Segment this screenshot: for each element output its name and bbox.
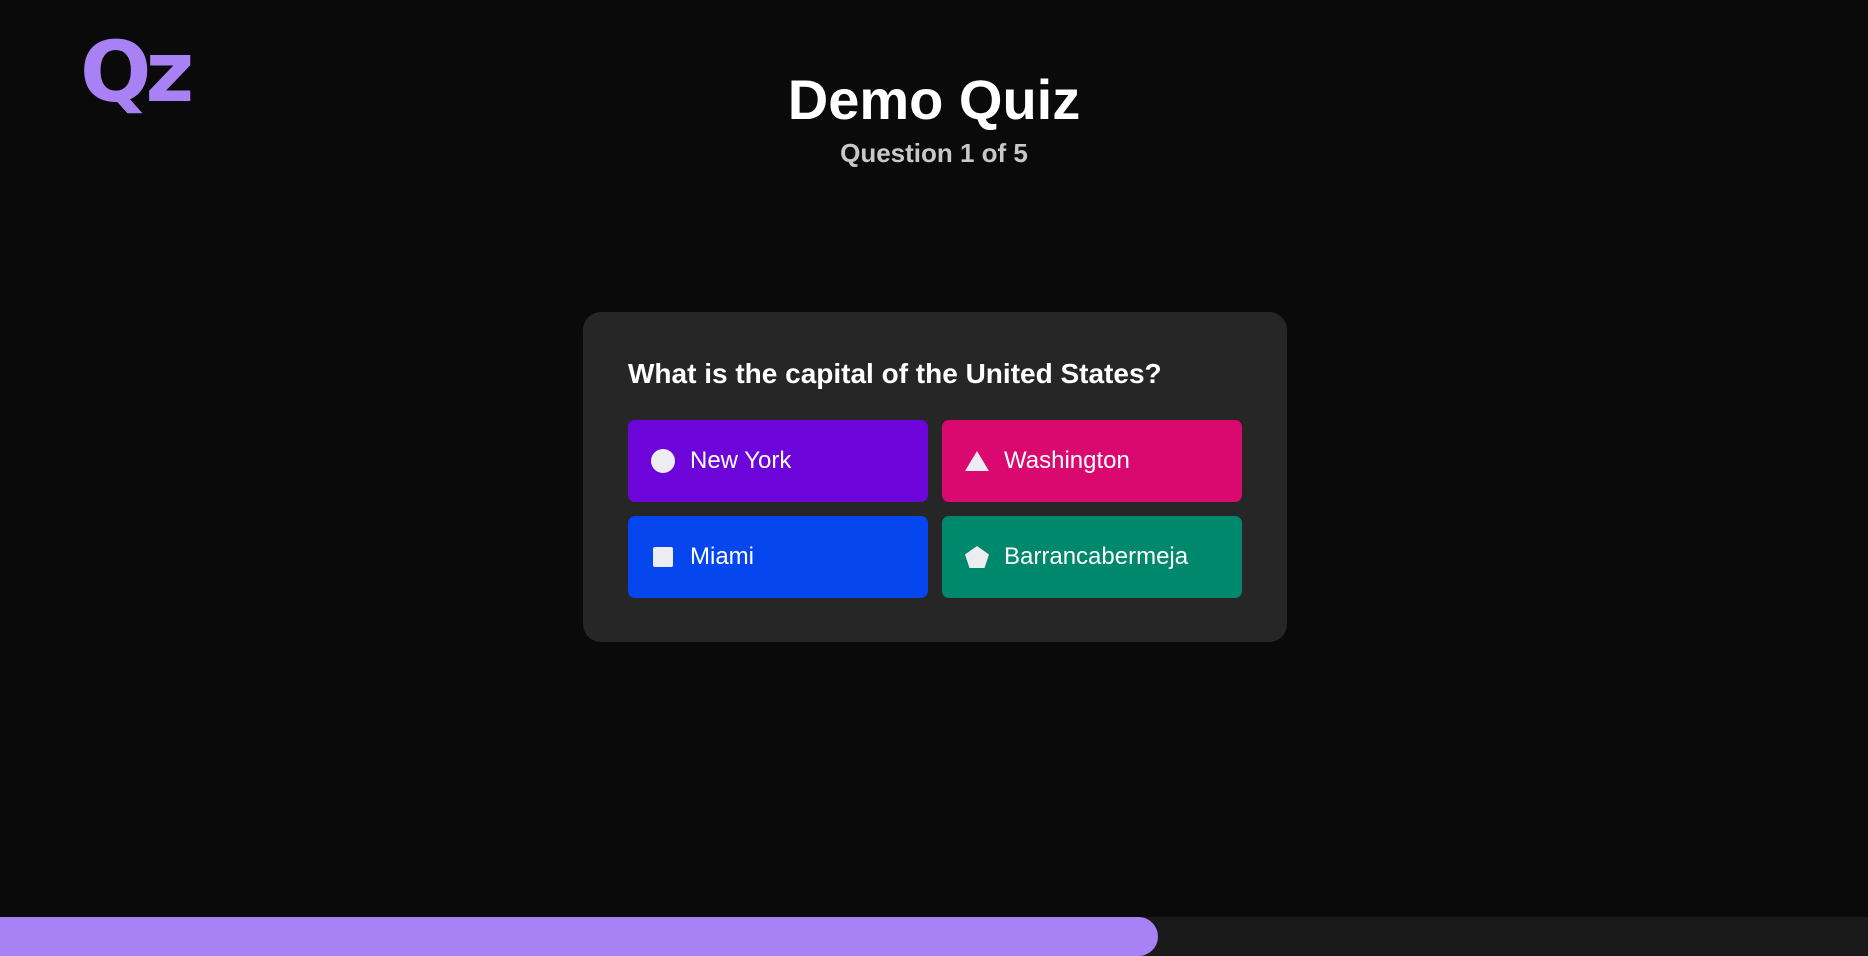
triangle-icon (964, 448, 990, 474)
answer-button-washington[interactable]: Washington (942, 420, 1242, 502)
square-icon (650, 544, 676, 570)
progress-track (0, 917, 1868, 956)
quiz-page: Qz Demo Quiz Question 1 of 5 What is the… (0, 0, 1868, 956)
answer-label: Washington (1004, 447, 1130, 474)
answer-label: Barrancabermeja (1004, 543, 1189, 570)
quiz-title: Demo Quiz (787, 68, 1081, 131)
circle-icon (650, 448, 676, 474)
answer-label: Miami (690, 543, 754, 570)
answer-button-barrancabermeja[interactable]: Barrancabermeja (942, 516, 1242, 598)
answer-button-new-york[interactable]: New York (628, 420, 928, 502)
question-text: What is the capital of the United States… (628, 358, 1162, 389)
answer-grid: New York Washington Miami Barrancabermej… (628, 420, 1242, 598)
progress-bar (0, 917, 1159, 956)
answer-button-miami[interactable]: Miami (628, 516, 928, 598)
answer-label: New York (690, 447, 792, 474)
quiz-header: Demo Quiz Question 1 of 5 (0, 66, 1868, 170)
question-card: What is the capital of the United States… (583, 312, 1287, 642)
question-counter: Question 1 of 5 (840, 138, 1028, 168)
pentagon-icon (964, 544, 990, 570)
